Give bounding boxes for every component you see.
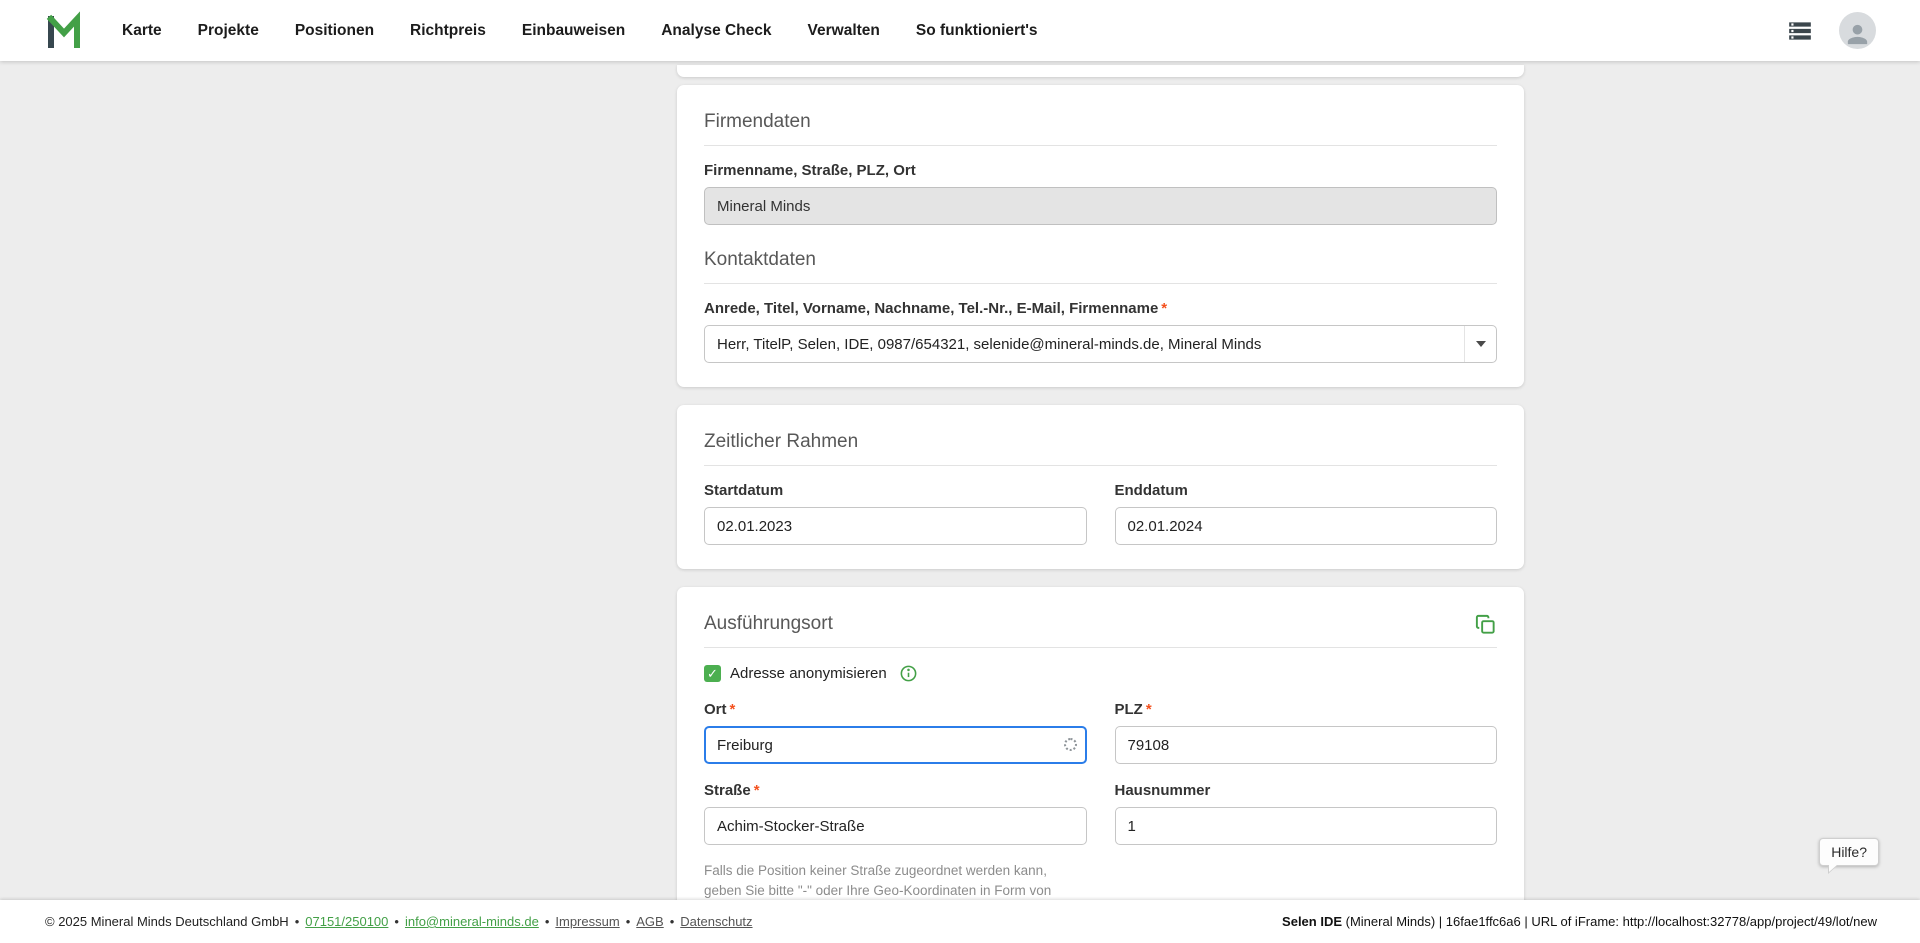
footer-debug-info: Selen IDE (Mineral Minds) | 16fae1ffc6a6… (1282, 914, 1877, 929)
navbar-right-section (1785, 12, 1876, 49)
separator: • (670, 914, 675, 929)
anonymize-label[interactable]: Adresse anonymisieren (730, 665, 887, 682)
kontaktdaten-title: Kontaktdaten (704, 249, 1497, 271)
kontakt-select-value: Herr, TitelP, Selen, IDE, 0987/654321, s… (717, 336, 1261, 353)
kontakt-label-text: Anrede, Titel, Vorname, Nachname, Tel.-N… (704, 300, 1158, 317)
separator: • (626, 914, 631, 929)
nav-item-richtpreis[interactable]: Richtpreis (410, 22, 486, 40)
strasse-input[interactable] (704, 807, 1087, 845)
zeitlicher-rahmen-title: Zeitlicher Rahmen (704, 431, 1497, 453)
required-asterisk: * (1146, 701, 1152, 718)
startdatum-field: Startdatum (704, 482, 1087, 545)
strasse-label-text: Straße (704, 782, 751, 799)
separator: • (545, 914, 550, 929)
nav-item-positionen[interactable]: Positionen (295, 22, 374, 40)
ausfuehrungsort-title: Ausführungsort (704, 613, 833, 635)
agb-link[interactable]: AGB (636, 914, 663, 929)
mineral-minds-logo-icon[interactable] (44, 11, 84, 51)
nav-item-verwalten[interactable]: Verwalten (808, 22, 880, 40)
strasse-label: Straße* (704, 782, 1087, 799)
form-column: Firmendaten Firmenname, Straße, PLZ, Ort… (677, 61, 1524, 900)
info-icon[interactable] (899, 664, 918, 683)
enddatum-field: Enddatum (1115, 482, 1498, 545)
plz-field: PLZ* (1115, 701, 1498, 764)
hausnummer-input[interactable] (1115, 807, 1498, 845)
separator: • (394, 914, 399, 929)
hausnummer-field: Hausnummer (1115, 782, 1498, 845)
separator: • (295, 914, 300, 929)
previous-card-partial (677, 65, 1524, 77)
hint-main: Falls die Position keiner Straße zugeord… (704, 863, 1051, 900)
top-navbar: Karte Projekte Positionen Richtpreis Ein… (0, 0, 1920, 61)
required-asterisk: * (730, 701, 736, 718)
server-icon[interactable] (1785, 18, 1815, 44)
plz-input[interactable] (1115, 726, 1498, 764)
email-link[interactable]: info@mineral-minds.de (405, 914, 539, 929)
firmenname-label-text: Firmenname, Straße, PLZ, Ort (704, 162, 916, 179)
divider (704, 465, 1497, 466)
ausfuehrungsort-card: Ausführungsort ✓ Adresse anonymisieren (677, 587, 1524, 900)
startdatum-input[interactable] (704, 507, 1087, 545)
strasse-hint-text: Falls die Position keiner Straße zugeord… (704, 861, 1087, 900)
nav-item-analyse-check[interactable]: Analyse Check (661, 22, 771, 40)
ort-input[interactable] (704, 726, 1087, 764)
footer-left: © 2025 Mineral Minds Deutschland GmbH • … (45, 914, 753, 929)
anonymize-checkbox[interactable]: ✓ (704, 665, 721, 682)
zeitlicher-rahmen-card: Zeitlicher Rahmen Startdatum Enddatum (677, 405, 1524, 569)
firmendaten-card: Firmendaten Firmenname, Straße, PLZ, Ort… (677, 85, 1524, 387)
nav-item-karte[interactable]: Karte (122, 22, 162, 40)
kontakt-label: Anrede, Titel, Vorname, Nachname, Tel.-N… (704, 300, 1497, 317)
user-avatar[interactable] (1839, 12, 1876, 49)
enddatum-input[interactable] (1115, 507, 1498, 545)
nav-item-so-funktionierts[interactable]: So funktioniert's (916, 22, 1038, 40)
divider (704, 647, 1497, 648)
strasse-field: Straße* (704, 782, 1087, 845)
hausnummer-label: Hausnummer (1115, 782, 1498, 799)
impressum-link[interactable]: Impressum (555, 914, 619, 929)
loading-spinner-icon (1064, 738, 1077, 751)
firmendaten-title: Firmendaten (704, 111, 1497, 133)
firmenname-label: Firmenname, Straße, PLZ, Ort (704, 162, 1497, 179)
phone-link[interactable]: 07151/250100 (305, 914, 388, 929)
divider (704, 145, 1497, 146)
nav-item-einbauweisen[interactable]: Einbauweisen (522, 22, 625, 40)
page-footer: © 2025 Mineral Minds Deutschland GmbH • … (0, 900, 1920, 943)
nav-item-projekte[interactable]: Projekte (198, 22, 259, 40)
ort-label: Ort* (704, 701, 1087, 718)
app-name: Selen IDE (1282, 914, 1342, 929)
help-button[interactable]: Hilfe? (1819, 838, 1879, 866)
ort-label-text: Ort (704, 701, 727, 718)
required-asterisk: * (1161, 300, 1167, 317)
ort-field: Ort* (704, 701, 1087, 764)
startdatum-label: Startdatum (704, 482, 1087, 499)
chevron-down-icon (1464, 326, 1496, 362)
enddatum-label: Enddatum (1115, 482, 1498, 499)
app-meta: (Mineral Minds) | 16fae1ffc6a6 | URL of … (1342, 914, 1877, 929)
plz-label-text: PLZ (1115, 701, 1143, 718)
page-content: Firmendaten Firmenname, Straße, PLZ, Ort… (0, 61, 1920, 900)
copyright-text: © 2025 Mineral Minds Deutschland GmbH (45, 914, 289, 929)
required-asterisk: * (754, 782, 760, 799)
divider (704, 283, 1497, 284)
datenschutz-link[interactable]: Datenschutz (680, 914, 752, 929)
kontakt-select[interactable]: Herr, TitelP, Selen, IDE, 0987/654321, s… (704, 325, 1497, 363)
copy-icon[interactable] (1474, 613, 1497, 636)
firmenname-input (704, 187, 1497, 225)
anonymize-row: ✓ Adresse anonymisieren (704, 664, 1497, 683)
plz-label: PLZ* (1115, 701, 1498, 718)
main-navigation: Karte Projekte Positionen Richtpreis Ein… (122, 22, 1038, 40)
